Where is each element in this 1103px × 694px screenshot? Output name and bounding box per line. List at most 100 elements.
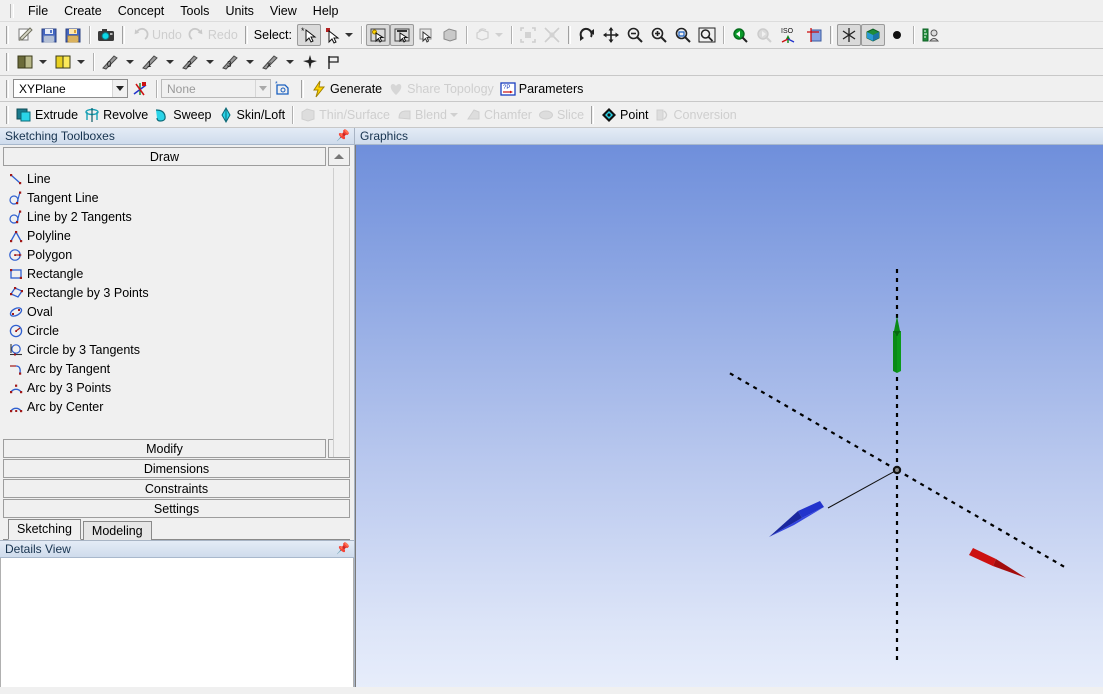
- display-model-button[interactable]: [861, 24, 885, 46]
- box-select-button[interactable]: [366, 24, 390, 46]
- new-sketch-button[interactable]: [51, 51, 89, 73]
- chamfer-button[interactable]: Chamfer: [462, 104, 535, 126]
- select-single-button[interactable]: *: [297, 24, 321, 46]
- section-constraints[interactable]: Constraints: [3, 479, 350, 498]
- previous-view-button[interactable]: [728, 24, 752, 46]
- menu-create[interactable]: Create: [56, 2, 110, 20]
- zoom-to-fit-button[interactable]: [695, 24, 719, 46]
- generate-button[interactable]: Generate: [308, 78, 385, 100]
- axis-2-button[interactable]: 2: [178, 51, 218, 73]
- look-at-face-button[interactable]: [802, 24, 826, 46]
- draw-tool-line-by-2-tangents[interactable]: Line by 2 Tangents: [3, 207, 325, 226]
- section-modify[interactable]: Modify: [3, 439, 350, 458]
- plane-toolbar-grip[interactable]: [6, 53, 9, 71]
- display-plane-button[interactable]: [837, 24, 861, 46]
- draw-tool-arc-by-tangent[interactable]: Arc by Tangent: [3, 359, 325, 378]
- display-points-button[interactable]: [885, 24, 909, 46]
- draw-list-scrollbar[interactable]: [333, 168, 350, 457]
- details-view-body[interactable]: [0, 558, 354, 694]
- new-sketch-caret-icon[interactable]: [77, 60, 85, 64]
- camera-button[interactable]: [94, 24, 118, 46]
- menu-help[interactable]: Help: [305, 2, 347, 20]
- draw-tool-polygon[interactable]: Polygon: [3, 245, 325, 264]
- menu-concept[interactable]: Concept: [110, 2, 173, 20]
- box-zoom-button[interactable]: [671, 24, 695, 46]
- frame-select-button[interactable]: [390, 24, 414, 46]
- sketch-toolbar-grip[interactable]: [6, 79, 9, 98]
- section-dimensions-label[interactable]: Dimensions: [3, 459, 350, 478]
- section-constraints-label[interactable]: Constraints: [3, 479, 350, 498]
- new-sketch-triad-button[interactable]: [128, 78, 152, 100]
- axis-2-caret-icon[interactable]: [206, 60, 214, 64]
- menu-bar-grip[interactable]: [10, 3, 14, 18]
- section-settings-label[interactable]: Settings: [3, 499, 350, 518]
- axis-3-caret-icon[interactable]: [246, 60, 254, 64]
- blend-caret-icon[interactable]: [450, 112, 458, 117]
- draw-tool-rectangle[interactable]: Rectangle: [3, 264, 325, 283]
- draw-tool-circle[interactable]: Circle: [3, 321, 325, 340]
- new-plane-caret-icon[interactable]: [39, 60, 47, 64]
- modeling-toolbar-grip[interactable]: [6, 105, 9, 124]
- iso-view-button[interactable]: ISO: [776, 24, 802, 46]
- zoom-out-button[interactable]: [623, 24, 647, 46]
- draw-tool-tangent-line[interactable]: Tangent Line: [3, 188, 325, 207]
- axis-3-button[interactable]: 3: [218, 51, 258, 73]
- new-document-button[interactable]: [13, 24, 37, 46]
- parameters-button[interactable]: ?P Parameters: [497, 78, 587, 100]
- redo-button[interactable]: Redo: [185, 24, 241, 46]
- generate-toolbar-grip[interactable]: [301, 79, 304, 98]
- menu-file[interactable]: File: [20, 2, 56, 20]
- axis-0-button[interactable]: 0: [98, 51, 138, 73]
- thin-surface-button[interactable]: Thin/Surface: [297, 104, 393, 126]
- draw-tool-oval[interactable]: Oval: [3, 302, 325, 321]
- sketch-selector[interactable]: None: [161, 79, 271, 98]
- body-select-button[interactable]: [438, 24, 462, 46]
- extrude-button[interactable]: Extrude: [13, 104, 81, 126]
- section-modify-label[interactable]: Modify: [3, 439, 326, 458]
- draw-tool-rectangle-by-3-points[interactable]: Rectangle by 3 Points: [3, 283, 325, 302]
- axis-x-caret-icon[interactable]: [286, 60, 294, 64]
- menu-view[interactable]: View: [262, 2, 305, 20]
- axis-x-button[interactable]: x: [258, 51, 298, 73]
- axis-0-caret-icon[interactable]: [126, 60, 134, 64]
- edit-sketch-button[interactable]: *: [271, 78, 297, 100]
- revolve-button[interactable]: Revolve: [81, 104, 151, 126]
- sweep-button[interactable]: Sweep: [151, 104, 214, 126]
- sketch-selector-arrow-icon[interactable]: [255, 80, 270, 97]
- undo-toolbar-grip[interactable]: [122, 26, 125, 44]
- tab-sketching[interactable]: Sketching: [8, 519, 81, 540]
- point-star-button[interactable]: [298, 51, 322, 73]
- next-view-button[interactable]: [752, 24, 776, 46]
- point-button[interactable]: Point: [598, 104, 652, 126]
- axis-1-button[interactable]: 1: [138, 51, 178, 73]
- main-toolbar-grip[interactable]: [6, 26, 9, 44]
- plane-selector[interactable]: XYPlane: [13, 79, 128, 98]
- pin-icon[interactable]: 📌: [336, 130, 350, 142]
- section-dimensions[interactable]: Dimensions: [3, 459, 350, 478]
- conversion-button[interactable]: Conversion: [652, 104, 740, 126]
- draw-tool-arc-by-3-points[interactable]: Arc by 3 Points: [3, 378, 325, 397]
- menu-units[interactable]: Units: [217, 2, 261, 20]
- flag-button[interactable]: [322, 51, 346, 73]
- select-mode-caret-icon[interactable]: [345, 33, 353, 37]
- hide-body-button[interactable]: [471, 24, 507, 46]
- blend-button[interactable]: Blend: [393, 104, 462, 126]
- face-select-button[interactable]: [414, 24, 438, 46]
- menu-tools[interactable]: Tools: [172, 2, 217, 20]
- plane-selector-arrow-icon[interactable]: [112, 80, 127, 97]
- section-draw-label[interactable]: Draw: [3, 147, 326, 166]
- skin-loft-button[interactable]: Skin/Loft: [215, 104, 289, 126]
- ruler-button[interactable]: [918, 24, 944, 46]
- chevron-up-icon[interactable]: [328, 147, 350, 166]
- axis-1-caret-icon[interactable]: [166, 60, 174, 64]
- draw-tool-polyline[interactable]: Polyline: [3, 226, 325, 245]
- graphics-horizontal-scrollbar[interactable]: [0, 687, 1103, 694]
- draw-tool-circle-by-3-tangents[interactable]: Circle by 3 Tangents: [3, 340, 325, 359]
- share-topology-button[interactable]: Share Topology: [385, 78, 497, 100]
- display-toolbar-grip[interactable]: [830, 26, 833, 44]
- details-pin-icon[interactable]: 📌: [336, 543, 350, 555]
- slice-button[interactable]: Slice: [535, 104, 587, 126]
- draw-tool-line[interactable]: Line: [3, 169, 325, 188]
- tab-modeling[interactable]: Modeling: [82, 521, 152, 540]
- section-settings[interactable]: Settings: [3, 499, 350, 518]
